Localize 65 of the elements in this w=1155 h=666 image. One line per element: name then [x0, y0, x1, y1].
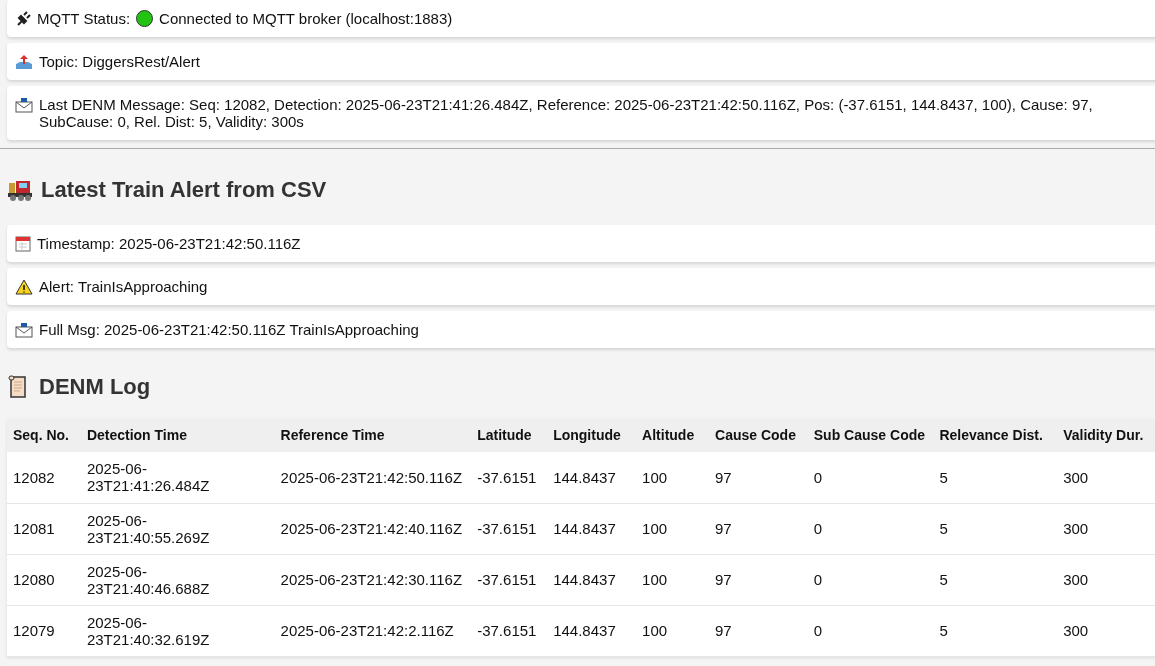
table-cell: 2025-06-23T21:40:46.688Z	[80, 554, 275, 605]
table-cell: 300	[1057, 605, 1155, 656]
table-cell: -37.6151	[471, 503, 548, 554]
table-cell: 100	[636, 503, 710, 554]
table-cell: 100	[636, 554, 710, 605]
table-cell: 0	[807, 503, 934, 554]
table-cell: 12082	[7, 452, 81, 503]
table-cell: 12079	[7, 605, 81, 656]
table-cell: 100	[636, 605, 710, 656]
table-cell: 2025-06-23T21:40:32.619Z	[80, 605, 275, 656]
table-cell: 144.8437	[547, 452, 637, 503]
outbox-tray-icon	[15, 54, 33, 70]
mailbox-icon	[15, 97, 33, 113]
table-cell: 2025-06-23T21:40:55.269Z	[80, 503, 275, 554]
table-cell: 97	[709, 452, 808, 503]
column-header: Seq. No.	[7, 419, 81, 452]
table-cell: 97	[709, 605, 808, 656]
table-cell: 12080	[7, 554, 81, 605]
table-cell: 2025-06-23T21:42:30.116Z	[274, 554, 472, 605]
column-header: Altitude	[636, 419, 710, 452]
table-cell: 5	[933, 605, 1058, 656]
card-text: Last DENM Message: Seq: 12082, Detection: 2025-06-23T21:41:26.484Z, Reference: 2025-06-23T21:42:50.116Z, Pos: (-37.6151, 144.8437, 100), Cause: 97, SubCause: 0, Rel. Dist: 5, Validity: 300s	[39, 96, 1094, 130]
table-cell: 12081	[7, 503, 81, 554]
card-text: Topic: DiggersRest/Alert	[39, 53, 200, 70]
table-cell: 5	[933, 554, 1058, 605]
table-cell: 300	[1057, 554, 1155, 605]
table-cell: -37.6151	[471, 554, 548, 605]
calendar-icon	[15, 236, 31, 252]
table-cell: 0	[807, 452, 934, 503]
table-cell: 144.8437	[547, 605, 637, 656]
table-cell: 144.8437	[547, 554, 637, 605]
column-header: Cause Code	[709, 419, 808, 452]
table-cell: 144.8437	[547, 503, 637, 554]
column-header: Detection Time	[80, 419, 275, 452]
table-cell: 2025-06-23T21:42:2.116Z	[274, 605, 472, 656]
table-cell: 5	[933, 503, 1058, 554]
card-text: Full Msg: 2025-06-23T21:42:50.116Z TrainIsApproaching	[39, 321, 419, 338]
table-cell: 0	[807, 554, 934, 605]
column-header: Validity Dur.	[1057, 419, 1155, 452]
table-cell: 300	[1057, 503, 1155, 554]
card-text: Timestamp: 2025-06-23T21:42:50.116Z	[37, 235, 301, 252]
mailbox-icon	[15, 322, 33, 338]
section-heading: DENM Log	[39, 373, 151, 401]
plug-icon	[15, 11, 31, 27]
column-header: Reference Time	[274, 419, 472, 452]
table-cell: 97	[709, 554, 808, 605]
column-header: Longitude	[547, 419, 637, 452]
card-text: Alert: TrainIsApproaching	[39, 278, 208, 295]
table-cell: 2025-06-23T21:41:26.484Z	[80, 452, 275, 503]
status-label: MQTT Status:	[37, 10, 131, 27]
table-cell: 2025-06-23T21:42:50.116Z	[274, 452, 472, 503]
status-text: Connected to MQTT broker (localhost:1883)	[159, 10, 453, 27]
warning-icon	[15, 279, 33, 295]
table-cell: 2025-06-23T21:42:40.116Z	[274, 503, 472, 554]
table-cell: 0	[807, 605, 934, 656]
table-cell: -37.6151	[471, 452, 548, 503]
table-cell: 300	[1057, 452, 1155, 503]
section-heading: Latest Train Alert from CSV	[41, 176, 327, 204]
table-cell: 97	[709, 503, 808, 554]
column-header: Relevance Dist.	[933, 419, 1058, 452]
table-cell: 5	[933, 452, 1058, 503]
column-header: Sub Cause Code	[807, 419, 934, 452]
column-header: Latitude	[471, 419, 548, 452]
table-cell: 100	[636, 452, 710, 503]
table-cell: -37.6151	[471, 605, 548, 656]
